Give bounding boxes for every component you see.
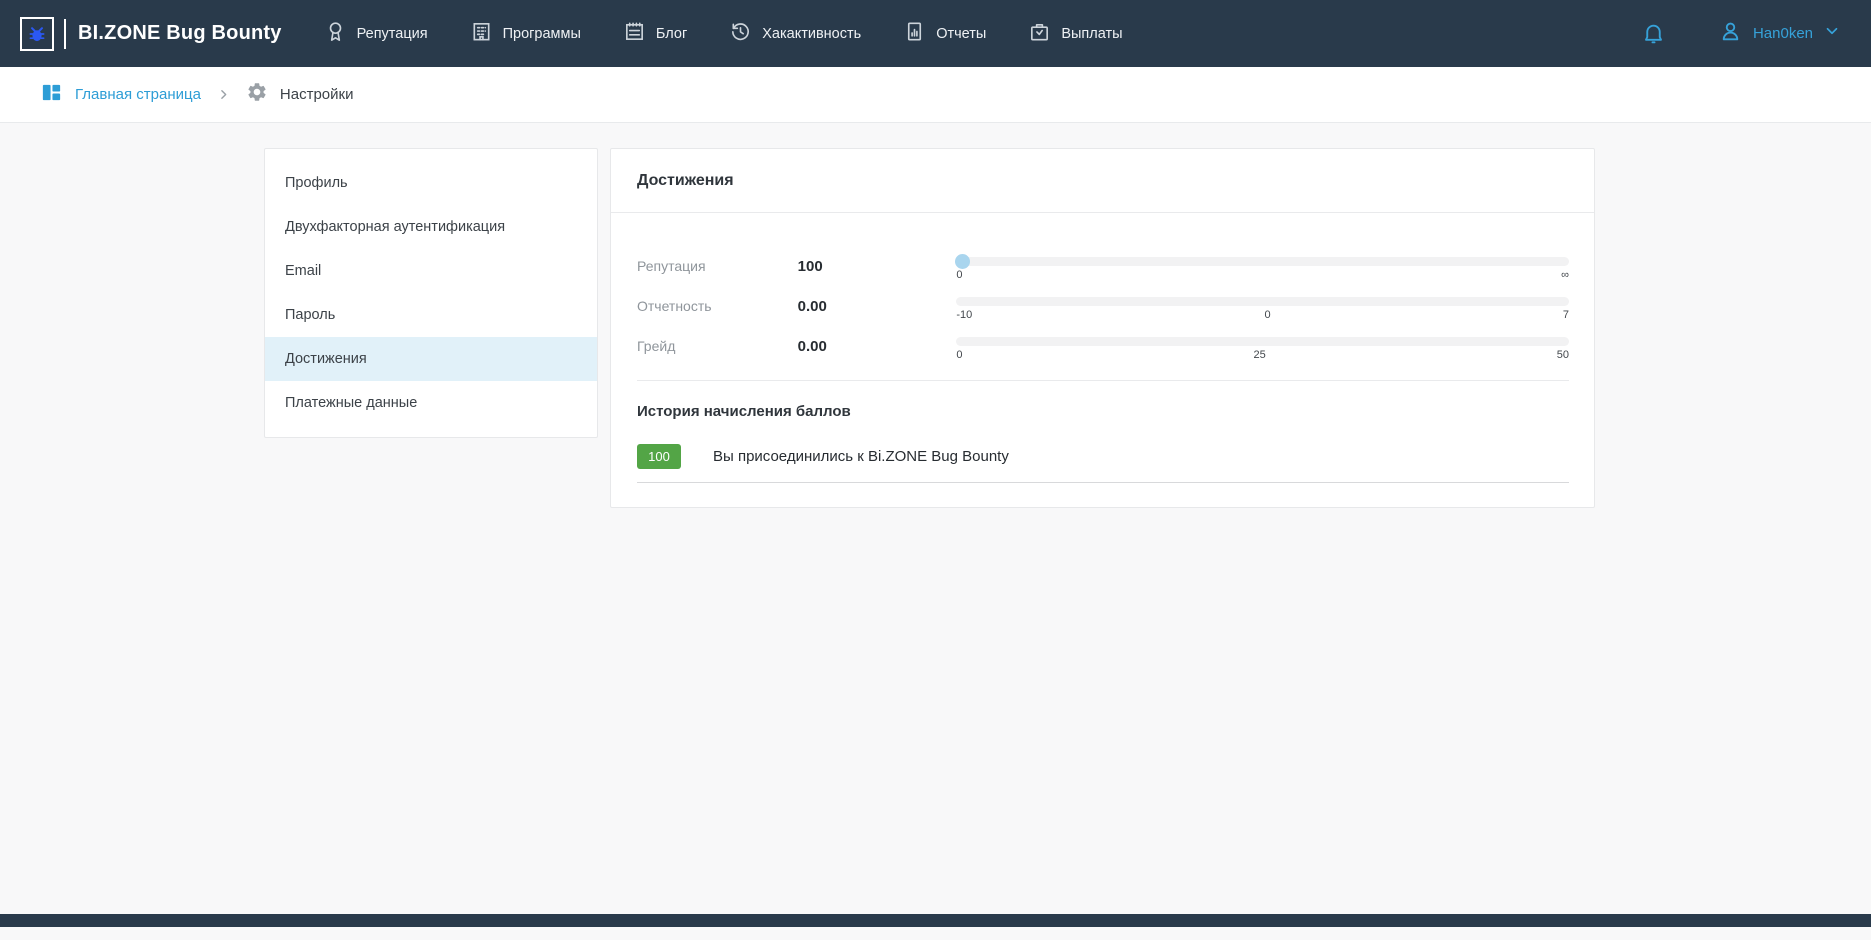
dashboard-icon [40, 81, 63, 109]
gear-icon [246, 81, 268, 108]
tick-mid: 25 [1253, 349, 1265, 361]
points-badge: 100 [637, 444, 681, 469]
tick-min: -10 [956, 309, 972, 321]
stat-row-reputation: Репутация 100 0 ∞ [637, 246, 1569, 286]
reputation-slider[interactable]: 0 ∞ [956, 257, 1569, 281]
history-row: 100 Вы присоединились к Bi.ZONE Bug Boun… [637, 444, 1569, 483]
tick-max: 50 [1557, 349, 1569, 361]
payments-icon [1028, 20, 1051, 47]
breadcrumb-home-link[interactable]: Главная страница [40, 81, 201, 109]
grade-slider[interactable]: 0 25 50 [956, 337, 1569, 361]
notifications-bell-icon[interactable] [1641, 21, 1666, 46]
history-icon [729, 20, 752, 47]
blog-icon [623, 20, 646, 47]
breadcrumb-current-label: Настройки [280, 86, 354, 103]
chevron-down-icon [1823, 22, 1841, 45]
sidebar-item-password[interactable]: Пароль [265, 293, 597, 337]
brand-divider [64, 19, 66, 49]
topbar-right: Han0ken [1641, 19, 1841, 49]
slider-track[interactable] [956, 257, 1569, 266]
sidebar-item-payment-details[interactable]: Платежные данные [265, 381, 597, 425]
stat-value: 100 [798, 258, 957, 275]
page: BI.ZONE Bug Bounty Репутация [0, 0, 1871, 940]
stat-value: 0.00 [798, 298, 957, 315]
stats-section: Репутация 100 0 ∞ Отчетность 0.00 [611, 213, 1594, 366]
stat-value: 0.00 [798, 338, 957, 355]
bizone-logo-icon [20, 17, 54, 51]
nav-item-blog[interactable]: Блог [623, 20, 687, 47]
top-navbar: BI.ZONE Bug Bounty Репутация [0, 0, 1871, 67]
breadcrumb-home-label: Главная страница [75, 86, 201, 103]
stat-label: Грейд [637, 338, 798, 354]
history-text: Вы присоединились к Bi.ZONE Bug Bounty [713, 448, 1009, 465]
nav-item-payments[interactable]: Выплаты [1028, 20, 1122, 47]
nav-item-label: Блог [656, 26, 687, 42]
slider-handle[interactable] [955, 254, 970, 269]
main-menu: Репутация Программы [324, 20, 1123, 47]
nav-item-label: Программы [503, 26, 581, 42]
user-menu[interactable]: Han0ken [1718, 19, 1841, 49]
medal-icon [324, 20, 347, 47]
sidebar-item-2fa[interactable]: Двухфакторная аутентификация [265, 205, 597, 249]
slider-track[interactable] [956, 337, 1569, 346]
settings-sidebar: Профиль Двухфакторная аутентификация Ema… [264, 148, 598, 438]
footer-strip [0, 914, 1871, 927]
building-icon [470, 20, 493, 47]
nav-item-label: Выплаты [1061, 26, 1122, 42]
slider-ticks: 0 25 50 [956, 349, 1569, 361]
breadcrumb: Главная страница Настройки [0, 67, 1871, 123]
nav-item-label: Хакактивность [762, 26, 861, 42]
sidebar-item-email[interactable]: Email [265, 249, 597, 293]
nav-item-programs[interactable]: Программы [470, 20, 581, 47]
reporting-slider[interactable]: -10 0 7 [956, 297, 1569, 321]
user-icon [1718, 19, 1743, 49]
content-area: Профиль Двухфакторная аутентификация Ema… [0, 123, 1871, 927]
section-divider [637, 380, 1569, 381]
chevron-right-icon [217, 88, 230, 101]
slider-track[interactable] [956, 297, 1569, 306]
slider-ticks: -10 0 7 [956, 309, 1569, 321]
brand-title: BI.ZONE Bug Bounty [78, 22, 282, 45]
nav-item-reputation[interactable]: Репутация [324, 20, 428, 47]
stat-row-reporting: Отчетность 0.00 -10 0 7 [637, 286, 1569, 326]
nav-item-reports[interactable]: Отчеты [903, 20, 986, 47]
tick-min: 0 [956, 349, 962, 361]
stat-label: Репутация [637, 258, 798, 274]
report-icon [903, 20, 926, 47]
breadcrumb-current: Настройки [246, 81, 354, 108]
panel-title: Достижения [637, 172, 734, 190]
slider-ticks: 0 ∞ [956, 269, 1569, 281]
sidebar-item-achievements[interactable]: Достижения [265, 337, 597, 381]
username-label: Han0ken [1753, 25, 1813, 42]
stat-label: Отчетность [637, 298, 798, 314]
nav-item-label: Репутация [357, 26, 428, 42]
sidebar-item-profile[interactable]: Профиль [265, 161, 597, 205]
history-title: История начисления баллов [637, 403, 1568, 420]
nav-item-label: Отчеты [936, 26, 986, 42]
stat-row-grade: Грейд 0.00 0 25 50 [637, 326, 1569, 366]
tick-min: 0 [956, 269, 962, 281]
tick-max: 7 [1563, 309, 1569, 321]
nav-item-hackactivity[interactable]: Хакактивность [729, 20, 861, 47]
panel-header: Достижения [611, 149, 1594, 213]
achievements-panel: Достижения Репутация 100 0 ∞ [610, 148, 1595, 508]
tick-mid: 0 [1264, 309, 1270, 321]
tick-max: ∞ [1561, 269, 1569, 281]
brand-logo[interactable]: BI.ZONE Bug Bounty [20, 17, 282, 51]
